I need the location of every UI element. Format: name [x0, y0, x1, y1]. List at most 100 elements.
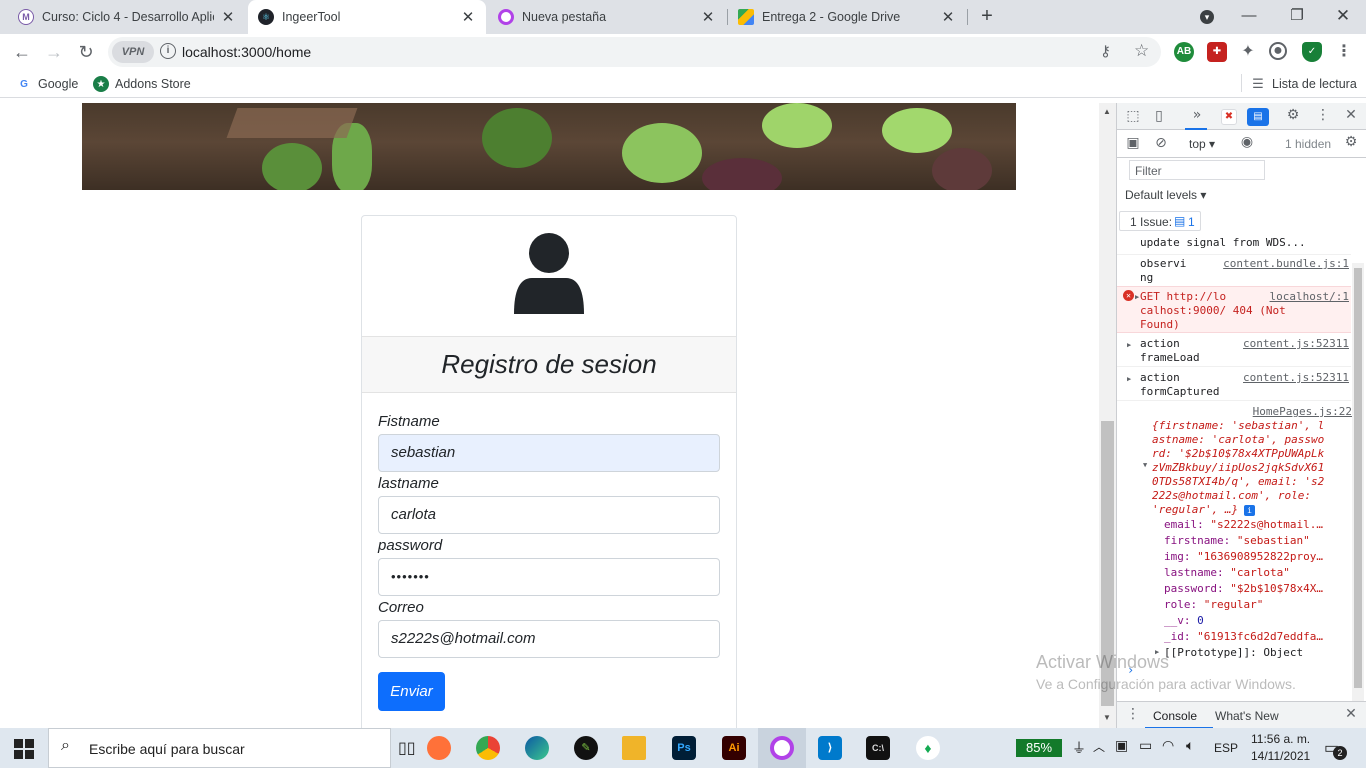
task-view-icon[interactable]: ▯▯	[398, 738, 416, 758]
collapse-arrow-icon[interactable]: ▼	[1143, 461, 1147, 469]
errors-icon[interactable]: ✖	[1221, 109, 1237, 125]
close-window-button[interactable]: ✕	[1328, 4, 1358, 28]
chevron-up-icon[interactable]: ︿	[1093, 738, 1105, 755]
photoshop-icon[interactable]: Ps	[672, 736, 696, 760]
edge-icon[interactable]	[525, 736, 549, 760]
prototype-row[interactable]: [[Prototype]]: Object	[1164, 646, 1303, 659]
filter-input[interactable]: Filter	[1129, 160, 1265, 180]
bookmark-star-icon[interactable]: ☆	[1134, 41, 1149, 61]
clock-date[interactable]: 14/11/2021	[1251, 749, 1310, 763]
device-toolbar-icon[interactable]: ▯	[1149, 108, 1169, 124]
info-icon[interactable]: i	[1244, 505, 1255, 516]
console-scroll-thumb[interactable]	[1354, 268, 1362, 688]
taskbar-active-app[interactable]	[758, 728, 806, 768]
tab-search-button[interactable]: ▾	[1192, 4, 1222, 28]
illustrator-icon[interactable]: Ai	[722, 736, 746, 760]
volume-icon[interactable]: 🔈︎	[1186, 737, 1194, 754]
address-bar[interactable]: VPN i localhost:3000/home ⚷ ☆	[108, 37, 1161, 67]
context-select[interactable]: top ▾	[1189, 137, 1215, 151]
battery-icon[interactable]: ▭	[1139, 737, 1152, 754]
windows-start-icon[interactable]	[14, 739, 34, 759]
minimize-button[interactable]: —	[1234, 4, 1264, 28]
reading-list-button[interactable]: ☰ Lista de lectura	[1250, 76, 1357, 92]
wifi-icon[interactable]: ◠	[1162, 737, 1174, 754]
puzzle-icon[interactable]: ✦	[1238, 42, 1258, 62]
back-button[interactable]: ←	[8, 38, 36, 66]
scroll-down-icon[interactable]: ▼	[1103, 713, 1111, 722]
submit-button[interactable]: Enviar	[378, 672, 445, 711]
expand-arrow-icon[interactable]: ▶	[1135, 290, 1139, 304]
clear-console-icon[interactable]: ⊘	[1151, 135, 1171, 151]
reload-button[interactable]: ↻	[72, 38, 100, 66]
close-icon[interactable]: ✕	[1341, 107, 1361, 123]
eye-icon[interactable]: ◉	[1237, 134, 1257, 150]
log-source-link[interactable]: content.bundle.js:1	[1223, 257, 1349, 271]
info-icon[interactable]: i	[160, 43, 176, 59]
log-source-link[interactable]: content.js:52311	[1243, 337, 1349, 351]
tab-google-drive[interactable]: Entrega 2 - Google Drive ✕	[728, 0, 966, 34]
plug-icon[interactable]: ⏚	[1072, 738, 1086, 758]
firstname-input[interactable]: sebastian	[378, 434, 720, 472]
file-explorer-icon[interactable]	[622, 736, 646, 760]
extension-red-icon[interactable]: ✚	[1207, 42, 1227, 62]
tab-nueva-pestana[interactable]: Nueva pestaña ✕	[488, 0, 726, 34]
issues-button[interactable]: 1 Issue: ▤ 1	[1119, 211, 1201, 231]
bookmark-google[interactable]: G Google	[16, 76, 78, 92]
gear-icon[interactable]: ⚙	[1341, 134, 1361, 150]
scroll-up-icon[interactable]: ▲	[1103, 107, 1111, 116]
language-indicator[interactable]: ESP	[1214, 741, 1238, 755]
expand-arrow-icon[interactable]: ▶	[1127, 338, 1131, 352]
gear-icon[interactable]: ⚙	[1283, 107, 1303, 123]
profile-icon[interactable]: ●	[1269, 42, 1287, 60]
network-adapter-icon[interactable]: ▣	[1115, 737, 1128, 754]
lettuce-shape	[262, 143, 322, 190]
tab-curso[interactable]: M Curso: Ciclo 4 - Desarrollo Aplica ✕	[8, 0, 246, 34]
object-preview[interactable]: {firstname: 'sebastian', l astname: 'car…	[1152, 419, 1350, 517]
taskbar-search[interactable]: ⌕ Escribe aquí para buscar	[48, 728, 391, 768]
shield-check-icon[interactable]: ✓	[1302, 42, 1322, 62]
drawer-tab-whats-new[interactable]: What's New	[1215, 709, 1279, 723]
page-scrollbar[interactable]: ▲ ▼	[1099, 103, 1116, 728]
reading-list-label: Lista de lectura	[1272, 77, 1357, 91]
lastname-input[interactable]: carlota	[378, 496, 720, 534]
bookmark-addons-store[interactable]: ★ Addons Store	[93, 76, 191, 92]
close-icon[interactable]: ✕	[1341, 706, 1361, 722]
menu-dots-icon[interactable]: ⋮	[1334, 42, 1354, 62]
password-input[interactable]: •••••••	[378, 558, 720, 596]
firefox-icon[interactable]	[427, 736, 451, 760]
terminal-icon[interactable]: C:\	[866, 736, 890, 760]
close-icon[interactable]: ✕	[460, 8, 476, 26]
restore-button[interactable]: ❐	[1282, 4, 1312, 28]
log-levels-select[interactable]: Default levels ▾	[1125, 188, 1206, 202]
vscode-icon[interactable]: ⟩	[818, 736, 842, 760]
inspect-icon[interactable]: ⬚	[1123, 108, 1143, 124]
more-tabs-icon[interactable]: »	[1187, 107, 1207, 123]
app-green-icon[interactable]: ✎	[574, 736, 598, 760]
battery-percentage[interactable]: 85%	[1016, 739, 1062, 757]
sidebar-toggle-icon[interactable]: ▣	[1123, 135, 1143, 151]
drawer-menu-icon[interactable]: ⋮	[1123, 706, 1143, 722]
chrome-icon[interactable]	[476, 736, 500, 760]
tab-ingeertool[interactable]: ⚛ IngeerTool ✕	[248, 0, 486, 34]
menu-dots-icon[interactable]: ⋮	[1313, 107, 1333, 123]
adblock-icon[interactable]: AB	[1174, 42, 1194, 62]
vpn-badge[interactable]: VPN	[112, 41, 154, 63]
new-tab-button[interactable]: +	[972, 4, 1002, 28]
log-source-link[interactable]: content.js:52311	[1243, 371, 1349, 385]
url-text[interactable]: localhost:3000/home	[182, 44, 311, 60]
object-source-link[interactable]: HomePages.js:22	[1253, 405, 1352, 418]
close-icon[interactable]: ✕	[220, 8, 236, 26]
mongodb-icon[interactable]: ♦	[916, 736, 940, 760]
console-messages-icon[interactable]: ▤	[1247, 108, 1269, 126]
forward-button[interactable]: →	[40, 38, 68, 66]
close-icon[interactable]: ✕	[700, 8, 716, 26]
lettuce-shape	[482, 108, 552, 168]
key-icon[interactable]: ⚷	[1100, 42, 1111, 60]
tab-label: Curso: Ciclo 4 - Desarrollo Aplica	[42, 10, 214, 24]
expand-arrow-icon[interactable]: ▶	[1127, 372, 1131, 386]
drawer-tab-console[interactable]: Console	[1153, 709, 1197, 723]
clock-time[interactable]: 11:56 a. m.	[1251, 732, 1310, 746]
email-input[interactable]: s2222s@hotmail.com	[378, 620, 720, 658]
log-source-link[interactable]: localhost/:1	[1270, 290, 1349, 304]
close-icon[interactable]: ✕	[940, 8, 956, 26]
